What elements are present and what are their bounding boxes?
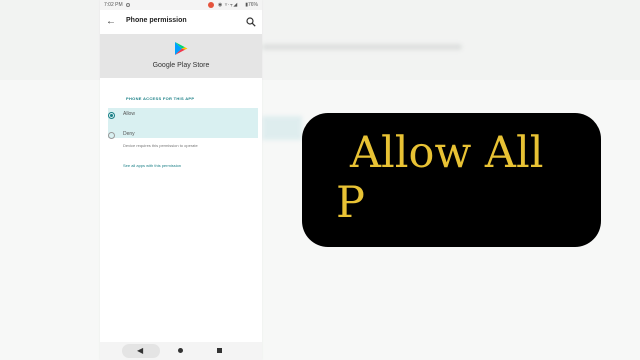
page-title: Phone permission (126, 17, 187, 24)
nav-recents-icon[interactable] (217, 348, 222, 353)
battery-level: ▮76% (245, 2, 258, 8)
caption-overlay: Allow All P (302, 113, 601, 247)
notification-badge-icon (208, 2, 214, 8)
caption-line-1: Allow All (350, 128, 544, 178)
phone-screen: 7:02 PM ◉ ▿·⨥◢ ▮76% ← Phone permission G… (100, 0, 262, 360)
option-deny-label: Deny (123, 131, 135, 137)
status-bar: 7:02 PM ◉ ▿·⨥◢ ▮76% (100, 0, 262, 10)
status-time: 7:02 PM (104, 2, 123, 8)
option-deny-description: Device requires this permission to opera… (123, 143, 198, 148)
nav-back-icon[interactable]: ◀ (137, 346, 143, 356)
radio-deny[interactable] (108, 132, 115, 139)
navigation-bar: ◀ (100, 342, 262, 360)
background-blur-highlight (262, 116, 302, 140)
app-header: Google Play Store (100, 34, 262, 78)
app-name: Google Play Store (152, 62, 210, 69)
see-all-apps-link[interactable]: See all apps with this permission (123, 163, 181, 168)
background-blur (262, 44, 462, 50)
google-play-logo-icon (175, 42, 188, 55)
background-band (0, 0, 640, 80)
section-label: PHONE ACCESS FOR THIS APP (126, 96, 195, 101)
option-allow-label: Allow (123, 111, 135, 117)
nav-home-icon[interactable] (178, 348, 183, 353)
search-icon[interactable] (246, 17, 256, 27)
radio-allow[interactable] (108, 112, 115, 119)
status-settings-icon (126, 3, 130, 7)
status-icons: ◉ ▿·⨥◢ (218, 2, 238, 8)
caption-line-2: P (336, 178, 365, 228)
option-deny[interactable]: Deny Device requires this permission to … (108, 128, 258, 154)
back-arrow-icon[interactable]: ← (106, 15, 116, 29)
app-bar: ← Phone permission (100, 10, 262, 34)
